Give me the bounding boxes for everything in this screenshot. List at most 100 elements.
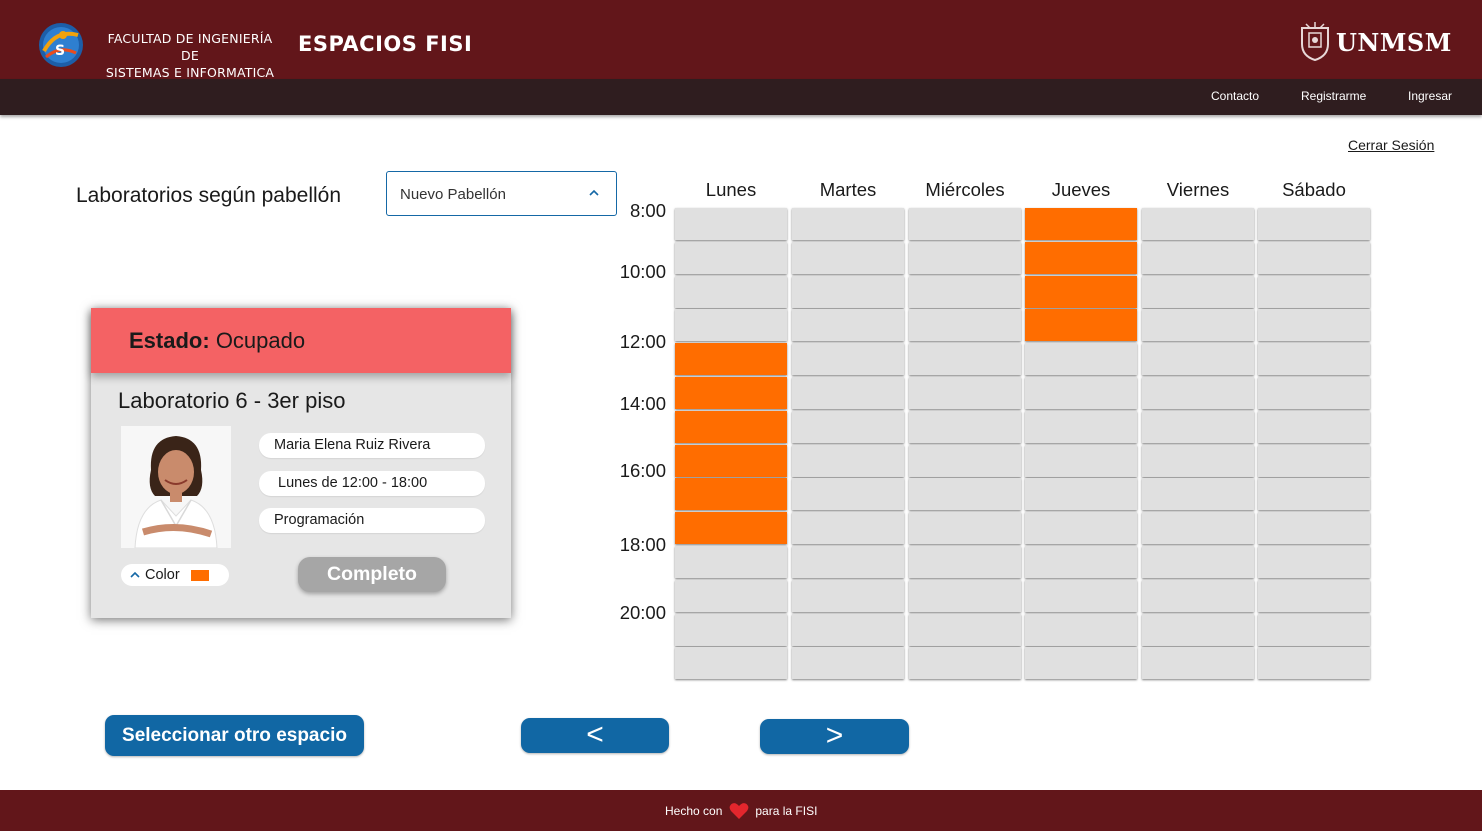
schedule-slot[interactable]	[675, 208, 787, 240]
schedule-slot[interactable]	[792, 242, 904, 274]
schedule-slot[interactable]	[1142, 445, 1254, 477]
schedule-slot[interactable]	[909, 377, 1021, 409]
schedule-slot[interactable]	[1258, 614, 1370, 646]
schedule-slot[interactable]	[1025, 512, 1137, 544]
schedule-slot[interactable]	[1258, 208, 1370, 240]
schedule-slot-busy[interactable]	[675, 343, 787, 375]
schedule-slot[interactable]	[792, 512, 904, 544]
chevron-up-icon	[130, 571, 140, 578]
schedule-slot[interactable]	[1258, 343, 1370, 375]
schedule-slot[interactable]	[792, 309, 904, 341]
schedule-slot[interactable]	[909, 647, 1021, 679]
schedule-slot[interactable]	[1258, 580, 1370, 612]
schedule-slot[interactable]	[1142, 580, 1254, 612]
schedule-slot[interactable]	[909, 343, 1021, 375]
schedule-slot[interactable]	[909, 445, 1021, 477]
pavilion-select[interactable]: Nuevo Pabellón	[386, 171, 617, 216]
schedule-slot[interactable]	[1258, 512, 1370, 544]
schedule-slot[interactable]	[1142, 512, 1254, 544]
schedule-slot[interactable]	[1025, 614, 1137, 646]
schedule-slot-busy[interactable]	[1025, 309, 1137, 341]
schedule-slot[interactable]	[675, 242, 787, 274]
schedule-slot[interactable]	[792, 580, 904, 612]
schedule-slot[interactable]	[1142, 614, 1254, 646]
schedule-slot[interactable]	[1025, 411, 1137, 443]
schedule-slot[interactable]	[1258, 546, 1370, 578]
schedule-slot[interactable]	[792, 276, 904, 308]
schedule-slot-busy[interactable]	[675, 478, 787, 510]
schedule-slot[interactable]	[1142, 377, 1254, 409]
schedule-slot[interactable]	[1025, 445, 1137, 477]
schedule-slot[interactable]	[909, 411, 1021, 443]
schedule-slot[interactable]	[675, 580, 787, 612]
schedule-slot[interactable]	[1258, 478, 1370, 510]
schedule-slot[interactable]	[1142, 478, 1254, 510]
schedule-slot[interactable]	[1025, 478, 1137, 510]
schedule-slot[interactable]	[909, 276, 1021, 308]
schedule-slot[interactable]	[792, 411, 904, 443]
nav-login-link[interactable]: Ingresar	[1408, 89, 1452, 103]
schedule-slot[interactable]	[792, 614, 904, 646]
schedule-slot[interactable]	[1258, 309, 1370, 341]
schedule-slot[interactable]	[792, 377, 904, 409]
schedule-slot[interactable]	[1258, 276, 1370, 308]
schedule-slot[interactable]	[675, 614, 787, 646]
schedule-slot[interactable]	[1142, 546, 1254, 578]
schedule-slot[interactable]	[792, 647, 904, 679]
schedule-slot[interactable]	[792, 208, 904, 240]
footer-made-with: Hecho con	[665, 804, 723, 818]
next-button[interactable]: >	[760, 719, 909, 754]
schedule-slot[interactable]	[1142, 276, 1254, 308]
schedule-slot[interactable]	[675, 276, 787, 308]
previous-button[interactable]: <	[521, 718, 669, 753]
schedule-slot[interactable]	[1142, 411, 1254, 443]
status-value: Ocupado	[215, 328, 306, 353]
schedule-slot[interactable]	[909, 546, 1021, 578]
schedule-slot[interactable]	[1258, 647, 1370, 679]
schedule-slot-busy[interactable]	[1025, 242, 1137, 274]
schedule-slot[interactable]	[909, 580, 1021, 612]
schedule-slot[interactable]	[792, 546, 904, 578]
schedule-slot-busy[interactable]	[1025, 276, 1137, 308]
schedule-slot[interactable]	[1142, 208, 1254, 240]
schedule-slot[interactable]	[909, 208, 1021, 240]
schedule-slot[interactable]	[1258, 377, 1370, 409]
logout-link[interactable]: Cerrar Sesión	[1348, 137, 1434, 153]
schedule-slot[interactable]	[909, 614, 1021, 646]
schedule-slot[interactable]	[792, 445, 904, 477]
schedule-slot[interactable]	[1142, 343, 1254, 375]
schedule-slot[interactable]	[1025, 580, 1137, 612]
schedule-slot-busy[interactable]	[675, 512, 787, 544]
schedule-slot[interactable]	[1025, 647, 1137, 679]
schedule-slot[interactable]	[1142, 647, 1254, 679]
color-picker[interactable]: Color	[121, 564, 229, 586]
schedule-slot[interactable]	[1025, 377, 1137, 409]
schedule-slot[interactable]	[792, 478, 904, 510]
schedule-slot[interactable]	[1258, 445, 1370, 477]
schedule-slot[interactable]	[675, 647, 787, 679]
schedule-slot[interactable]	[909, 242, 1021, 274]
schedule-slot[interactable]	[792, 343, 904, 375]
schedule-slot[interactable]	[909, 309, 1021, 341]
schedule-slot[interactable]	[675, 309, 787, 341]
top-header: S FACULTAD DE INGENIERÍA DE SISTEMAS E I…	[0, 0, 1482, 80]
time-label: 18:00	[619, 534, 666, 555]
schedule-slot[interactable]	[1025, 343, 1137, 375]
select-other-space-button[interactable]: Seleccionar otro espacio	[105, 715, 364, 756]
complete-button[interactable]: Completo	[298, 557, 446, 592]
nav-contact-link[interactable]: Contacto	[1211, 89, 1259, 103]
schedule-slot[interactable]	[1025, 546, 1137, 578]
schedule-slot[interactable]	[909, 512, 1021, 544]
schedule-slot-busy[interactable]	[675, 445, 787, 477]
teacher-name-field: Maria Elena Ruiz Rivera	[259, 433, 485, 458]
nav-register-link[interactable]: Registrarme	[1301, 89, 1366, 103]
schedule-slot[interactable]	[909, 478, 1021, 510]
schedule-slot-busy[interactable]	[1025, 208, 1137, 240]
schedule-slot[interactable]	[1142, 309, 1254, 341]
schedule-slot[interactable]	[1142, 242, 1254, 274]
schedule-slot-busy[interactable]	[675, 411, 787, 443]
schedule-slot[interactable]	[675, 546, 787, 578]
schedule-slot-busy[interactable]	[675, 377, 787, 409]
schedule-slot[interactable]	[1258, 411, 1370, 443]
schedule-slot[interactable]	[1258, 242, 1370, 274]
